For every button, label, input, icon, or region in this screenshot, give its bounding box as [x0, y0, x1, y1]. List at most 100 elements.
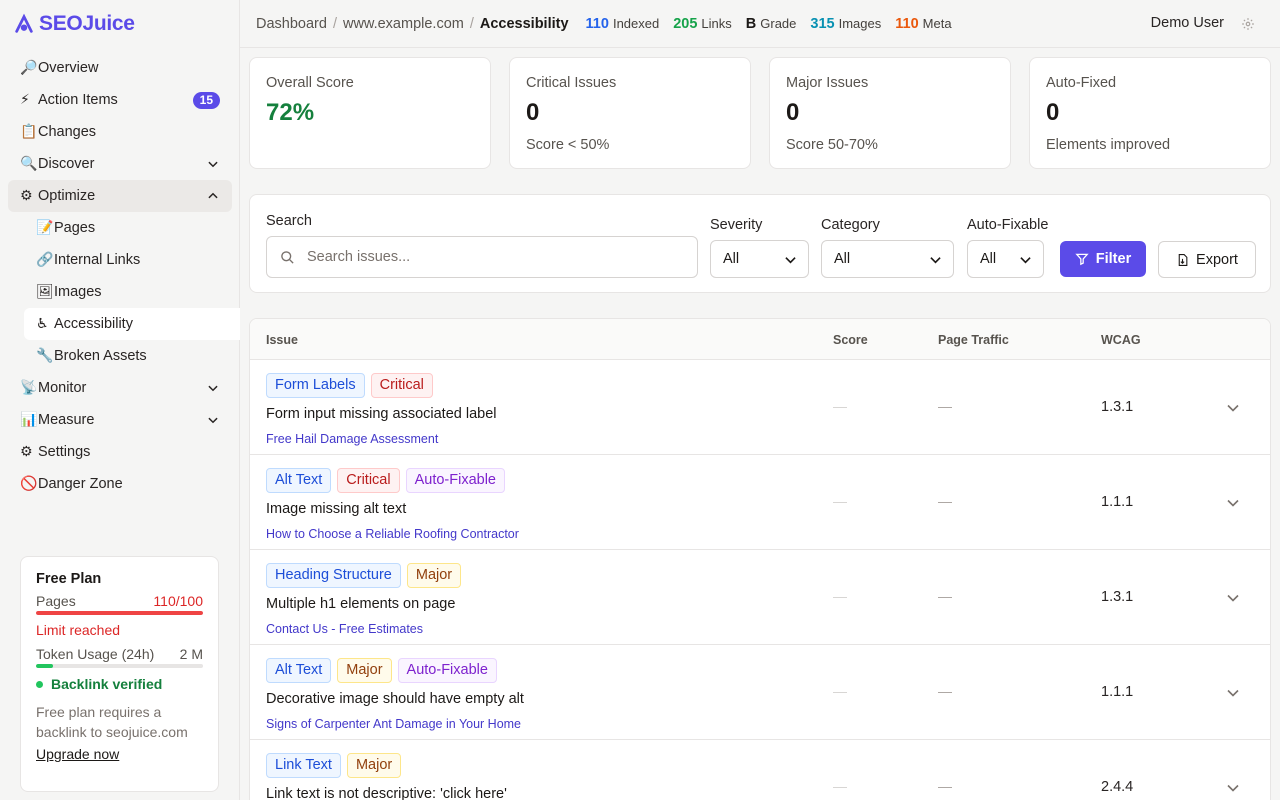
monitor-icon: 📡 — [20, 380, 38, 396]
issue-tags: Alt Text Critical Auto-Fixable — [266, 468, 505, 493]
sidebar-item-images[interactable]: 🖼 Images — [8, 276, 232, 308]
export-button[interactable]: Export — [1158, 241, 1256, 278]
metric-card-major-issues: Major Issues 0 Score 50-70% — [769, 57, 1011, 169]
upgrade-link[interactable]: Upgrade now — [36, 746, 119, 762]
logo[interactable]: SEOJuice — [13, 11, 135, 37]
table-row[interactable]: Heading Structure Major Multiple h1 elemen… — [250, 550, 1270, 645]
filter-button[interactable]: Filter — [1060, 241, 1146, 277]
discover-icon: 🔍 — [20, 156, 38, 172]
stat-label: Links — [701, 15, 732, 31]
sidebar-item-accessibility[interactable]: ♿ Accessibility — [24, 308, 240, 340]
stat-label: Meta — [922, 15, 952, 31]
metric-card-auto-fixed: Auto-Fixed 0 Elements improved — [1029, 57, 1271, 169]
metric-subtitle: Elements improved — [1046, 137, 1171, 153]
issue-title: Decorative image should have empty alt — [266, 691, 524, 707]
sidebar-item-label: Measure — [38, 412, 95, 428]
table-row[interactable]: Alt Text Major Auto-Fixable Decorative imag… — [250, 645, 1270, 740]
wcag-cell: 1.3.1 — [1101, 589, 1134, 605]
pages-usage-row: Pages 110/100 — [36, 593, 203, 609]
tag-heading-structure: Heading Structure — [266, 563, 401, 588]
expand-chevron-icon[interactable] — [1227, 499, 1239, 507]
sidebar-item-overview[interactable]: 🔎 Overview — [8, 52, 232, 84]
category-select[interactable]: All — [821, 240, 954, 278]
issue-tags: Heading Structure Major — [266, 563, 462, 588]
table-row[interactable]: Link Text Major Link text is not descripti… — [250, 740, 1270, 800]
funnel-icon — [1075, 253, 1089, 266]
column-header-wcag[interactable]: WCAG — [1101, 333, 1141, 347]
gear-icon[interactable] — [1241, 17, 1255, 31]
logo-icon — [15, 13, 33, 33]
autofix-select[interactable]: All — [967, 240, 1044, 278]
autofix-select-value: All — [980, 251, 997, 267]
backlink-status: Backlink verified — [36, 676, 203, 692]
wcag-cell: 2.4.4 — [1101, 779, 1134, 795]
column-header-score[interactable]: Score — [833, 333, 868, 347]
action-items-count-badge: 15 — [192, 92, 220, 109]
search-input[interactable]: Search issues... — [266, 236, 698, 278]
metric-value: 0 — [786, 99, 800, 126]
sidebar-item-optimize[interactable]: ⚙ Optimize — [8, 180, 232, 212]
pages-usage-bar — [36, 611, 203, 615]
sidebar-item-label: Optimize — [38, 188, 96, 204]
sidebar-item-measure[interactable]: 📊 Measure — [8, 404, 232, 436]
stat-value: B — [745, 15, 757, 32]
token-usage-value: 2 M — [179, 646, 203, 662]
logo-text: SEOJuice — [39, 12, 135, 35]
tag-critical: Critical — [337, 468, 400, 493]
sidebar-item-danger-zone[interactable]: 🚫 Danger Zone — [8, 468, 232, 500]
category-label: Category — [821, 217, 880, 233]
column-header-traffic[interactable]: Page Traffic — [938, 333, 1009, 347]
sidebar-item-label: Danger Zone — [38, 476, 123, 492]
metric-card-overall-score: Overall Score 72% — [249, 57, 491, 169]
sidebar-item-label: Pages — [54, 220, 96, 236]
tag-auto-fixable: Auto-Fixable — [397, 658, 497, 683]
internal-links-icon: 🔗 — [36, 252, 54, 268]
traffic-cell: — — [938, 588, 952, 604]
sidebar-item-monitor[interactable]: 📡 Monitor — [8, 372, 232, 404]
sidebar-item-discover[interactable]: 🔍 Discover — [8, 148, 232, 180]
sidebar-item-broken-assets[interactable]: 🔧 Broken Assets — [8, 340, 232, 372]
stat-label: Grade — [760, 15, 797, 31]
table-row[interactable]: Alt Text Critical Auto-Fixable Image missin… — [250, 455, 1270, 550]
issue-title: Form input missing associated label — [266, 406, 497, 422]
breadcrumb-dashboard[interactable]: Dashboard — [256, 16, 327, 32]
issue-title: Link text is not descriptive: 'click her… — [266, 786, 507, 800]
issue-title: Multiple h1 elements on page — [266, 596, 456, 612]
filter-button-label: Filter — [1095, 251, 1132, 267]
issue-page-link[interactable]: Free Hail Damage Assessment — [266, 432, 438, 446]
accessibility-icon: ♿ — [36, 316, 49, 332]
sidebar-item-settings[interactable]: ⚙ Settings — [8, 436, 232, 468]
limit-reached-text: Limit reached — [36, 622, 121, 638]
breadcrumb-site[interactable]: www.example.com — [343, 16, 464, 32]
chevron-down-icon — [208, 161, 218, 168]
severity-label: Severity — [710, 217, 763, 233]
document-icon — [1178, 253, 1188, 266]
user-menu[interactable]: Demo User — [1151, 15, 1224, 31]
stat-value: 110 — [585, 15, 609, 32]
score-cell: — — [833, 778, 847, 794]
chevron-down-icon — [208, 417, 218, 424]
expand-chevron-icon[interactable] — [1227, 689, 1239, 697]
sidebar-item-changes[interactable]: 📋 Changes — [8, 116, 232, 148]
issue-page-link[interactable]: Signs of Carpenter Ant Damage in Your Ho… — [266, 717, 521, 731]
metric-label: Overall Score — [266, 75, 354, 91]
action-items-icon: ⚡ — [20, 92, 30, 108]
sidebar-nav: 🔎 Overview ⚡ Action Items 15 📋 Changes 🔍 Discove… — [8, 52, 240, 500]
issue-page-link[interactable]: How to Choose a Reliable Roofing Contrac… — [266, 527, 519, 541]
stat-images: 315 Images — [810, 16, 881, 32]
expand-chevron-icon[interactable] — [1227, 594, 1239, 602]
sidebar-item-internal-links[interactable]: 🔗 Internal Links — [8, 244, 232, 276]
sidebar-item-pages[interactable]: 📝 Pages — [8, 212, 232, 244]
table-row[interactable]: Form Labels Critical Form input missing as… — [250, 360, 1270, 455]
sidebar-item-label: Images — [54, 284, 102, 300]
severity-select[interactable]: All — [710, 240, 809, 278]
column-header-issue[interactable]: Issue — [266, 333, 298, 347]
expand-chevron-icon[interactable] — [1227, 784, 1239, 792]
metric-label: Critical Issues — [526, 75, 617, 91]
breadcrumb-separator: / — [332, 15, 337, 32]
sidebar-item-action-items[interactable]: ⚡ Action Items 15 — [8, 84, 232, 116]
issue-page-link[interactable]: Contact Us - Free Estimates — [266, 622, 423, 636]
breadcrumb-current: Accessibility — [479, 15, 569, 32]
expand-chevron-icon[interactable] — [1227, 404, 1239, 412]
sidebar-item-label: Internal Links — [54, 252, 141, 268]
